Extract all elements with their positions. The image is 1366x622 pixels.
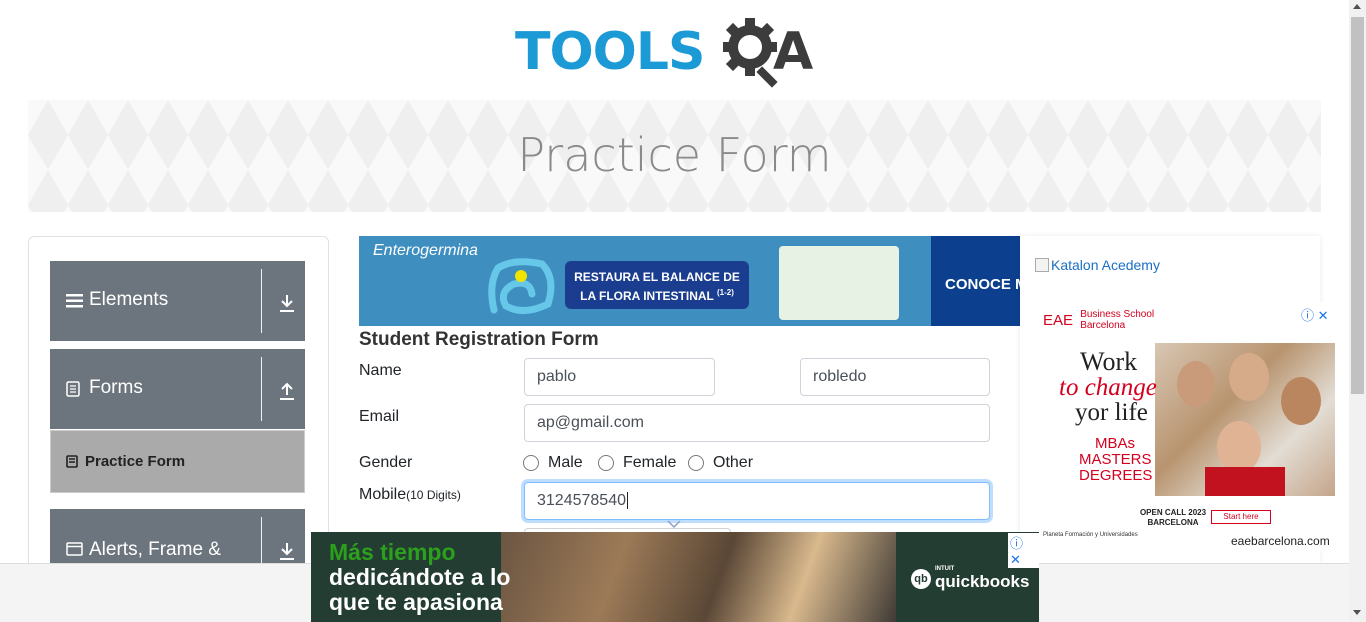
qb-headline: Más tiempo dedicándote a lo que te apasi… (329, 540, 510, 615)
intestine-illustration (488, 258, 555, 314)
eae-headline-2: to change (1059, 374, 1157, 401)
mobile-input[interactable]: 3124578540 (524, 482, 990, 520)
radio-label: Female (623, 454, 677, 471)
ad-brand: Enterogermina (373, 242, 478, 259)
qb-line-2: dedicándote a lo (329, 564, 511, 590)
red-shirt (1205, 467, 1285, 496)
qb-mark-icon: qb (911, 569, 931, 589)
radio-circle[interactable] (598, 455, 614, 471)
email-label: Email (359, 408, 400, 425)
mobile-label: Mobile(10 Digits) (359, 486, 461, 504)
first-name-input[interactable]: pablo (524, 358, 715, 396)
name-label: Name (359, 362, 402, 379)
radio-label: Male (548, 454, 583, 471)
eae-start-button[interactable]: Start here (1211, 510, 1271, 524)
mobile-hint: (10 Digits) (406, 488, 461, 502)
eae-logo: EAE Business School Barcelona (1043, 309, 1160, 331)
scrollbar-thumb[interactable] (1351, 17, 1364, 394)
ad-headline: RESTAURA EL BALANCE DE LA FLORA INTESTIN… (565, 261, 749, 309)
katalon-alt-text: Katalon Acedemy (1051, 257, 1160, 273)
page: TOOLS A Practice Form Elements Forms Pra… (0, 0, 1366, 622)
sidebar-group-elements[interactable]: Elements (50, 261, 305, 341)
broken-image-icon (1035, 258, 1049, 272)
email-input[interactable]: ap@gmail.com (524, 404, 990, 442)
quickbooks-logo: qb INTUIT quickbooks (911, 566, 1029, 592)
face-shape (1177, 361, 1215, 407)
mobile-value: 3124578540 (537, 492, 626, 509)
logo-text: TOOLS (515, 22, 705, 82)
sidebar-group-label: Forms (89, 377, 143, 398)
eae-open-call: OPEN CALL 2023 BARCELONA (1139, 508, 1207, 527)
sidebar-group-label: Elements (89, 289, 169, 310)
form-icon (66, 455, 78, 468)
radio-circle[interactable] (523, 455, 539, 471)
sidebar-item-label: Practice Form (85, 453, 186, 470)
scroll-down-arrow-icon[interactable] (1353, 610, 1361, 615)
qb-line-1: Más tiempo (329, 539, 456, 565)
people-photo (1155, 343, 1335, 496)
sidebar-item-practice-form[interactable]: Practice Form (50, 430, 305, 493)
ad-close-icon[interactable]: ⓘ ✕ (1008, 533, 1039, 568)
top-advertisement[interactable]: Enterogermina RESTAURA EL BALANCE DE LA … (359, 236, 1020, 326)
document-icon (66, 349, 84, 429)
chevron-down-icon (667, 520, 681, 528)
download-arrow-icon (280, 295, 294, 312)
mobile-label-text: Mobile (359, 486, 407, 503)
sidebar-group-label: Alerts, Frame & (89, 539, 221, 560)
eae-url: eaebarcelona.com (1231, 534, 1330, 548)
upload-arrow-icon (280, 382, 294, 400)
logo-text-a: A (773, 22, 814, 82)
gender-radio-male[interactable]: Male (523, 454, 583, 472)
last-name-input[interactable]: robledo (800, 358, 990, 396)
woodworking-photo (501, 532, 896, 622)
eae-advertisement[interactable]: EAE Business School Barcelona ⓘ ✕ Work t… (1035, 303, 1335, 551)
product-box-image (779, 246, 899, 320)
eae-logo-sub: Business School Barcelona (1080, 309, 1155, 331)
hamburger-icon (66, 261, 84, 341)
gender-radio-female[interactable]: Female (598, 454, 676, 472)
ad-footnote: (1-2) (717, 288, 734, 297)
divider (261, 357, 262, 421)
gear-magnifier-icon (723, 18, 778, 88)
eae-logo-text: EAE (1043, 311, 1074, 329)
qb-line-3: que te apasiona (329, 589, 503, 615)
quickbooks-advertisement[interactable]: Más tiempo dedicándote a lo que te apasi… (311, 532, 1039, 622)
katalon-ad-link[interactable]: Katalon Acedemy (1035, 257, 1160, 273)
qb-brand: quickbooks (935, 572, 1030, 591)
radio-circle[interactable] (688, 455, 704, 471)
download-arrow-icon (280, 543, 294, 560)
ad-headline-text: RESTAURA EL BALANCE DE LA FLORA INTESTIN… (574, 270, 740, 303)
page-banner: Practice Form (28, 100, 1321, 212)
eae-programs: MBAs MASTERS DEGREES (1079, 435, 1153, 484)
eae-footer-left: Planeta Formación y Universidades (1043, 532, 1138, 538)
gender-radio-other[interactable]: Other (688, 454, 753, 472)
divider (261, 269, 262, 333)
face-shape (1281, 377, 1321, 425)
radio-label: Other (713, 454, 754, 471)
face-shape (1229, 353, 1269, 401)
ad-close-icon[interactable]: ⓘ ✕ (1301, 305, 1329, 324)
scroll-up-arrow-icon[interactable] (1353, 4, 1361, 9)
sidebar-group-forms[interactable]: Forms (50, 349, 305, 429)
eae-headline-3: yor life (1075, 399, 1148, 426)
ad-cta: CONOCE M (945, 276, 1020, 293)
eae-headline-1: Work (1080, 347, 1138, 376)
page-title: Practice Form (517, 128, 832, 182)
form-title: Student Registration Form (359, 329, 599, 350)
face-shape (1217, 421, 1261, 473)
toolsqa-logo[interactable]: TOOLS A (515, 16, 840, 92)
text-cursor (626, 492, 628, 509)
gender-label: Gender (359, 454, 413, 471)
